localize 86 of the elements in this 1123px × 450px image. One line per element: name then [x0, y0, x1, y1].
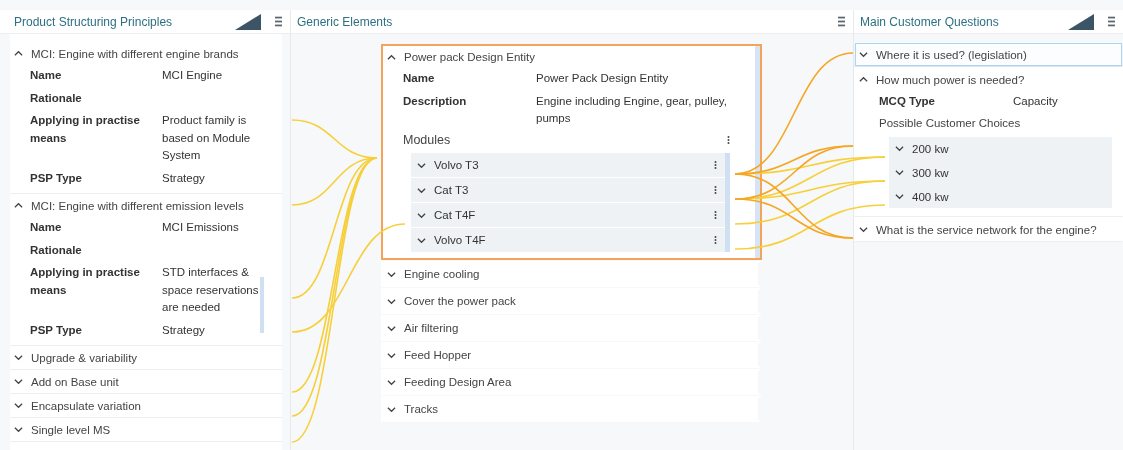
list-item[interactable]: Engine cooling	[381, 261, 762, 287]
field-label: Name	[30, 68, 63, 83]
selected-card[interactable]: Power pack Design Entity Name Power Pack Design Entity Description Engine including Engine, gear, pulley, pumps Modules Volvo T3 Cat T3 Cat T4F Volvo T4F	[381, 44, 762, 260]
item-title: Feed Hopper	[404, 349, 472, 361]
chevron-down-icon[interactable]	[14, 353, 23, 362]
chevron-down-icon[interactable]	[387, 350, 396, 360]
list-item[interactable]: Tracks	[381, 396, 762, 422]
chevron-down-icon[interactable]	[14, 401, 23, 410]
list-item[interactable]: Feeding Design Area	[381, 369, 762, 395]
chevron-down-icon[interactable]	[417, 235, 426, 245]
field-value: MCI Engine	[162, 68, 224, 83]
chevron-up-icon[interactable]	[387, 52, 396, 62]
field-label: Applying in practise means	[30, 265, 141, 298]
list-item[interactable]: Feed Hopper	[381, 342, 762, 368]
field-label: Applying in practise means	[30, 113, 141, 146]
list-item[interactable]: Air filtering	[381, 315, 762, 341]
chevron-up-icon[interactable]	[14, 201, 23, 210]
item-title: Tracks	[404, 403, 439, 415]
module-row[interactable]: Volvo T3	[411, 153, 725, 177]
menu-icon[interactable]	[275, 16, 282, 27]
field-value: Engine including Engine, gear, pulley, pumps	[536, 94, 728, 126]
chevron-down-icon[interactable]	[387, 269, 396, 279]
field-label: PSP Type	[30, 322, 83, 338]
resize-wedge-icon[interactable]	[1068, 13, 1094, 30]
accordion-header[interactable]: MCI: Engine with different engine brands	[10, 42, 282, 65]
more-icon[interactable]	[727, 135, 730, 145]
field-label: Rationale	[30, 242, 83, 258]
scrollbar[interactable]	[260, 277, 264, 333]
field-label: Description	[403, 94, 468, 109]
item-title: Power pack Design Entity	[404, 51, 536, 63]
panel-title: Generic Elements	[297, 14, 394, 29]
field-label: Rationale	[30, 90, 83, 106]
field-value: Capacity	[1013, 95, 1058, 107]
accordion-header[interactable]: Upgrade & variability	[10, 346, 282, 369]
module-row[interactable]: Volvo T4F	[411, 228, 725, 252]
accordion-header[interactable]: Add on Base unit	[10, 370, 282, 393]
field-label: Name	[403, 71, 436, 86]
chevron-down-icon[interactable]	[895, 192, 904, 201]
panel-title: Product Structuring Principles	[14, 14, 174, 29]
module-row[interactable]: Cat T3	[411, 178, 725, 202]
more-icon[interactable]	[714, 160, 717, 170]
more-icon[interactable]	[714, 235, 717, 245]
resize-wedge-icon[interactable]	[235, 13, 261, 30]
chevron-down-icon[interactable]	[895, 168, 904, 177]
field-value: Power Pack Design Entity	[536, 71, 670, 86]
menu-icon[interactable]	[1108, 16, 1115, 27]
chevron-down-icon[interactable]	[387, 323, 396, 333]
chevron-up-icon[interactable]	[14, 49, 23, 58]
field-value: Product family is based on Module System	[162, 113, 252, 163]
item-title: Engine cooling	[404, 268, 480, 280]
chevron-down-icon[interactable]	[387, 296, 396, 306]
panel-title: Main Customer Questions	[860, 14, 1000, 29]
item-title: Feeding Design Area	[404, 376, 512, 388]
accordion-header[interactable]: How much power is needed?	[855, 68, 1122, 91]
chevron-down-icon[interactable]	[387, 377, 396, 387]
chevron-down-icon[interactable]	[417, 210, 426, 220]
section-title: Modules	[403, 133, 451, 147]
accordion-header[interactable]: Encapsulate variation	[10, 394, 282, 417]
accordion-header[interactable]: MCI: Engine with different emission levels	[10, 194, 282, 217]
chevron-down-icon[interactable]	[14, 377, 23, 386]
field-label: Name	[30, 220, 63, 235]
field-value: STD interfaces & space reservations are needed	[162, 265, 260, 315]
field-value: Strategy	[162, 170, 206, 186]
chevron-up-icon[interactable]	[859, 75, 868, 84]
chevron-down-icon[interactable]	[417, 185, 426, 195]
more-icon[interactable]	[714, 210, 717, 220]
accordion-header[interactable]: What is the service network for the engine?	[855, 218, 1122, 241]
field-label: PSP Type	[30, 170, 83, 186]
field-value: Strategy	[162, 322, 206, 338]
accordion-header[interactable]: Where it is used? (legislation)	[855, 43, 1122, 66]
chevron-down-icon[interactable]	[14, 425, 23, 434]
module-row[interactable]: Cat T4F	[411, 203, 725, 227]
section-title: Possible Customer Choices	[878, 116, 1022, 131]
chevron-down-icon[interactable]	[417, 160, 426, 170]
item-title: Air filtering	[404, 322, 459, 334]
chevron-down-icon[interactable]	[387, 404, 396, 414]
more-icon[interactable]	[714, 185, 717, 195]
list-item[interactable]: Cover the power pack	[381, 288, 762, 314]
chevron-down-icon[interactable]	[859, 50, 868, 59]
menu-icon[interactable]	[838, 16, 845, 27]
field-label: MCQ Type	[879, 95, 936, 107]
item-title: Cover the power pack	[404, 295, 516, 307]
chevron-down-icon[interactable]	[895, 144, 904, 153]
chevron-down-icon[interactable]	[859, 225, 868, 234]
field-value: MCI Emissions	[162, 220, 240, 235]
accordion-header[interactable]: Single level MS	[10, 418, 282, 441]
